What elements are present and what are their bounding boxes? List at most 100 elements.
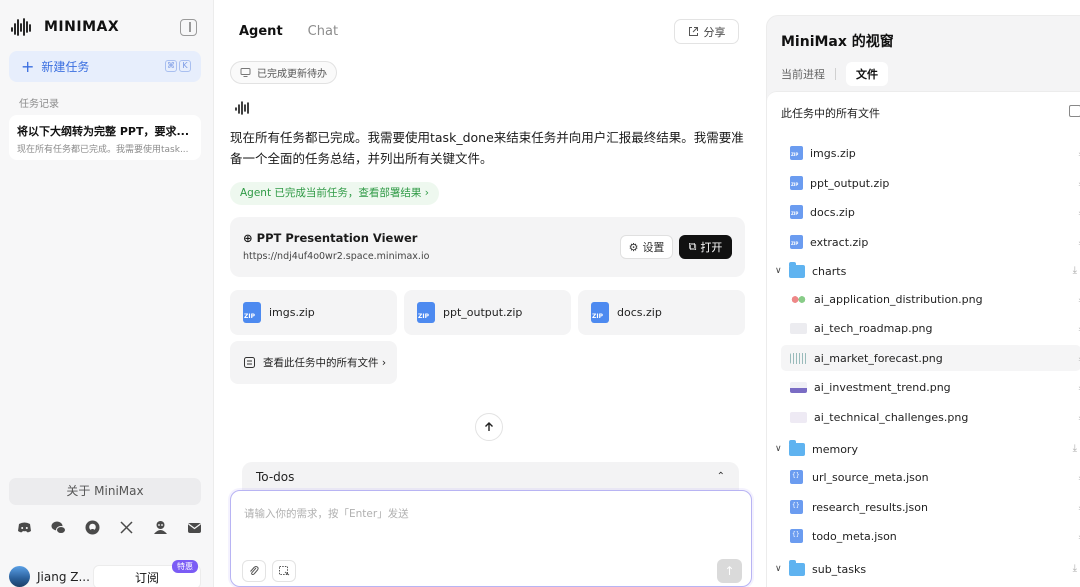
computer-panel: MiniMax 的视窗 当前进程 文件 此任务中的所有文件 imgs.zip ⤓… [766,15,1080,587]
deployment-url[interactable]: https://ndj4uf4o0wr2.space.minimax.io [243,251,429,262]
file-row-name: extract.zip [810,235,869,249]
open-button[interactable]: ⧉ 打开 [679,235,732,259]
share-button[interactable]: 分享 [674,19,739,44]
file-card[interactable]: imgs.zip [230,290,397,335]
download-icon[interactable]: ⤓ [1073,265,1077,276]
files-header: 此任务中的所有文件 [781,107,880,120]
file-card[interactable]: ppt_output.zip [404,290,571,335]
history-item[interactable]: 将以下大纲转为完整 PPT，要求... 现在所有任务都已完成。我需要使用task… [9,115,201,160]
tab-divider [835,68,836,80]
file-row-name: todo_meta.json [812,529,897,543]
download-icon[interactable]: ⤓ [1073,563,1077,574]
send-button[interactable]: ↑ [717,559,742,583]
folder-row[interactable]: ∨ charts ⤓ [775,258,1077,284]
file-row-name: ai_market_forecast.png [814,351,943,365]
file-row-name: research_results.json [812,500,928,514]
tab-agent[interactable]: Agent [239,24,283,39]
zip-file-icon [591,302,609,323]
new-task-button[interactable]: + 新建任务 ⌘ K [9,51,201,82]
composer-input[interactable]: 请输入你的需求，按「Enter」发送 [244,506,409,521]
community-icon[interactable] [152,519,169,536]
scroll-up-button[interactable] [475,413,503,441]
panel-title: MiniMax 的视窗 [781,34,894,50]
open-window-icon: ⧉ [688,240,697,253]
tab-files[interactable]: 文件 [846,62,888,86]
github-icon[interactable] [84,519,101,536]
shortcut-key: ⌘ [165,60,177,72]
promo-badge: 特惠 [172,560,198,573]
discord-icon[interactable] [16,519,33,536]
mail-icon[interactable] [186,519,203,536]
deploy-result-link[interactable]: Agent 已完成当前任务，查看部署结果 › [230,182,439,205]
history-title: 任务记录 [19,99,59,110]
file-row[interactable]: imgs.zip ⤓ [781,140,1080,166]
minimax-logo-icon [11,18,31,36]
file-row[interactable]: extract.zip ⤓ [781,229,1080,255]
about-button[interactable]: 关于 MiniMax [9,478,201,505]
zip-file-icon [790,235,803,249]
message-composer[interactable]: 请输入你的需求，按「Enter」发送 ↑ [230,490,752,587]
folder-icon [789,439,805,456]
zip-file-icon [790,146,803,160]
deployment-title-text: PPT Presentation Viewer [256,231,418,245]
avatar [9,566,30,587]
chevron-down-icon: ∨ [775,564,782,574]
shortcut-hint: ⌘ K [165,60,191,72]
file-row-name: url_source_meta.json [812,470,929,484]
panel-tabs: 当前进程 文件 [781,62,888,86]
view-all-files-button[interactable]: 查看此任务中的所有文件 › [230,341,397,384]
zip-file-icon [417,302,435,323]
logo-text: MINIMAX [44,19,120,35]
social-links [16,519,203,536]
sidebar: MINIMAX + 新建任务 ⌘ K 任务记录 将以下大纲转为完整 PPT，要求… [0,0,214,587]
file-row[interactable]: ai_technical_challenges.png ⤓ [781,404,1080,430]
settings-label: 设置 [642,241,665,254]
file-row[interactable]: ai_tech_roadmap.png ⤓ [781,315,1080,341]
folder-icon [789,559,805,576]
file-row[interactable]: todo_meta.json ⤓ [781,523,1080,549]
tab-chat[interactable]: Chat [308,24,338,39]
settings-button[interactable]: ⚙ 设置 [620,235,673,259]
folder-row[interactable]: ∨ sub_tasks ⤓ [775,556,1077,582]
share-label: 分享 [703,25,726,39]
folder-name: memory [812,442,858,456]
user-profile[interactable]: Jiang Z... [9,566,90,587]
x-icon[interactable] [118,519,135,536]
file-browser: 此任务中的所有文件 imgs.zip ⤓ ppt_output.zip ⤓ do… [767,91,1080,587]
zip-file-icon [790,176,803,190]
mode-tabs: Agent Chat [239,24,338,39]
folder-row[interactable]: ∨ memory ⤓ [775,436,1077,462]
image-thumbnail [790,293,807,305]
file-name: imgs.zip [269,306,315,319]
select-area-icon [279,566,290,576]
image-thumbnail [790,381,807,393]
collapse-sidebar-icon[interactable] [180,19,197,36]
file-row[interactable]: ai_market_forecast.png ⤓ [781,345,1080,371]
folder-icon [789,261,805,278]
open-label: 打开 [700,241,723,254]
attach-button[interactable] [242,560,266,582]
screenshot-button[interactable] [272,560,296,582]
status-chip-label: 已完成更新待办 [257,69,327,80]
chevron-up-icon: ⌃ [716,471,725,482]
file-row[interactable]: url_source_meta.json ⤓ [781,464,1080,490]
logo[interactable]: MINIMAX [10,16,119,38]
status-chip[interactable]: 已完成更新待办 [230,61,337,84]
image-thumbnail [790,322,807,334]
file-row-name: ai_investment_trend.png [814,380,951,394]
file-list-icon [244,357,255,368]
file-card[interactable]: docs.zip [578,290,745,335]
wechat-icon[interactable] [50,519,67,536]
file-row[interactable]: ppt_output.zip ⤓ [781,170,1080,196]
share-icon [688,27,698,36]
download-all-icon[interactable] [1069,105,1080,117]
tab-current-process[interactable]: 当前进程 [781,66,825,82]
file-row[interactable]: ai_investment_trend.png ⤓ [781,374,1080,400]
file-row[interactable]: ai_application_distribution.png ⤓ [781,286,1080,312]
image-thumbnail [790,352,807,364]
file-row[interactable]: docs.zip ⤓ [781,199,1080,225]
file-row[interactable]: research_results.json ⤓ [781,494,1080,520]
json-file-icon [790,470,803,484]
download-icon[interactable]: ⤓ [1073,443,1077,454]
deployment-card: ⊕ PPT Presentation Viewer https://ndj4uf… [230,217,745,277]
